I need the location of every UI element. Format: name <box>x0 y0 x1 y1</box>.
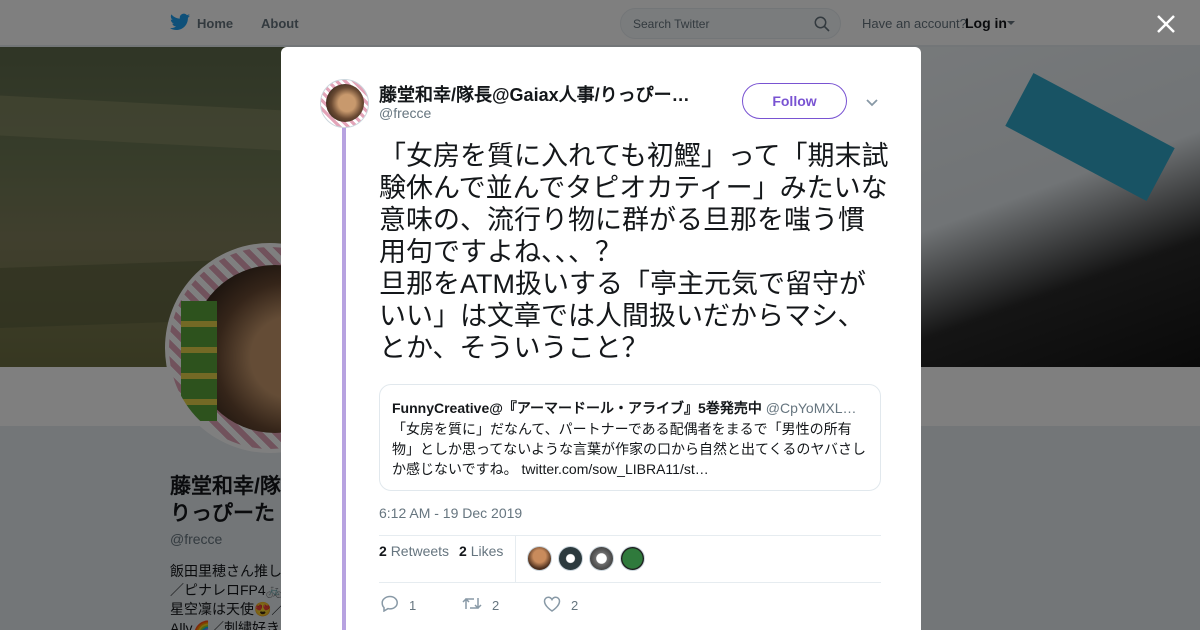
divider <box>379 535 881 536</box>
retweet-button[interactable]: 2 <box>462 595 543 615</box>
reply-button[interactable]: 1 <box>381 595 462 615</box>
chevron-down-icon[interactable] <box>865 95 879 113</box>
peace-sign-avatar[interactable] <box>620 546 645 571</box>
reply-icon <box>381 595 399 615</box>
liker-avatar[interactable] <box>589 546 614 571</box>
quoted-tweet-header: FunnyCreative@『アーマードール・アライブ』5巻発売中 @CpYoM… <box>392 398 862 418</box>
liker-avatar[interactable] <box>527 546 552 571</box>
retweet-count: 2 <box>492 597 500 613</box>
close-icon[interactable] <box>1155 13 1177 35</box>
likers-avatars <box>527 546 645 571</box>
quoted-tweet-text: 「女房を質に」だなんて、パートナーである配偶者をまるで「男性の所有物」としか思っ… <box>392 421 867 477</box>
liker-avatar[interactable] <box>558 546 583 571</box>
tweet-modal: 藤堂和幸/隊長@Gaiax人事/りっぴー… @frecce Follow 「女房… <box>281 47 921 630</box>
retweets-stat[interactable]: 2 Retweets <box>379 543 449 559</box>
quoted-author-handle: @CpYoMXL… <box>765 400 857 416</box>
tweet-stats: 2 Retweets 2 Likes <box>379 543 503 559</box>
likes-count: 2 <box>459 543 467 559</box>
tweet-author-avatar[interactable] <box>320 79 369 128</box>
divider <box>515 536 516 582</box>
quoted-tweet[interactable]: FunnyCreative@『アーマードール・アライブ』5巻発売中 @CpYoM… <box>379 384 881 491</box>
tweet-author-handle[interactable]: @frecce <box>379 105 431 121</box>
tweet-author-name[interactable]: 藤堂和幸/隊長@Gaiax人事/りっぴー… <box>379 81 699 107</box>
likes-label: Likes <box>470 543 504 559</box>
tweet-timestamp[interactable]: 6:12 AM - 19 Dec 2019 <box>379 505 522 521</box>
likes-stat[interactable]: 2 Likes <box>459 543 503 559</box>
retweets-count: 2 <box>379 543 387 559</box>
like-count: 2 <box>571 597 579 613</box>
like-button[interactable]: 2 <box>543 595 624 615</box>
retweet-icon <box>462 596 482 614</box>
follow-button[interactable]: Follow <box>742 83 847 119</box>
divider <box>379 582 881 583</box>
tweet-text: 「女房を質に入れても初鰹」って「期末試験休んで並んでタピオカティー」みたいな意味… <box>379 141 889 363</box>
heart-icon <box>543 596 561 615</box>
retweets-label: Retweets <box>390 543 450 559</box>
tweet-actions: 1 2 2 <box>381 595 624 615</box>
quoted-author-name: FunnyCreative@『アーマードール・アライブ』5巻発売中 <box>392 400 762 416</box>
reply-count: 1 <box>409 597 417 613</box>
thread-line <box>342 127 346 630</box>
